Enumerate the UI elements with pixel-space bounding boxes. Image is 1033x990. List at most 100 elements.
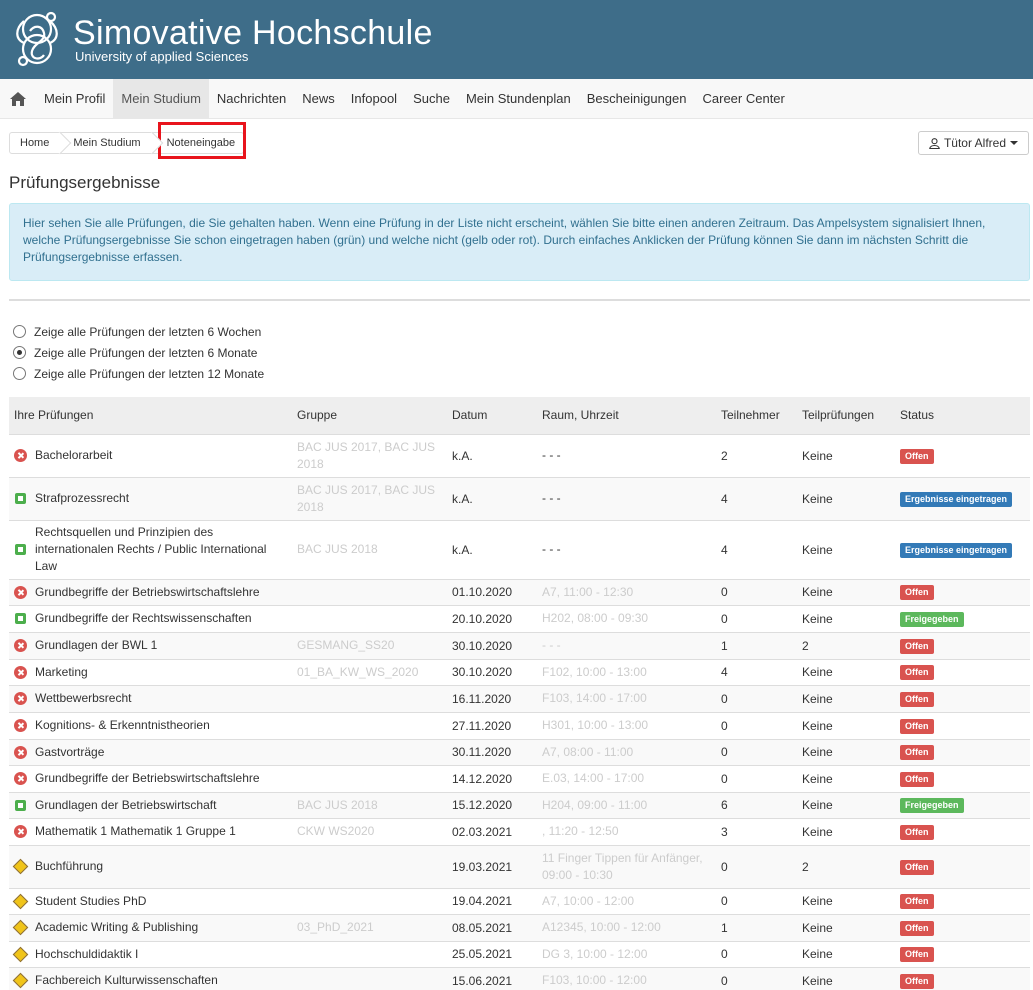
status-badge: Ergebnisse eingetragen (900, 491, 1013, 507)
exam-cell[interactable]: Rechtsquellen und Prinzipien des interna… (9, 520, 292, 579)
table-row[interactable]: Mathematik 1 Mathematik 1 Gruppe 1 CKW WS… (9, 818, 1030, 845)
column-header[interactable]: Ihre Prüfungen (9, 397, 292, 434)
exam-cell[interactable]: Bachelorarbeit (9, 434, 292, 477)
group-cell (292, 739, 447, 765)
exam-cell[interactable]: Student Studies PhD (9, 888, 292, 914)
date-cell: 02.03.2021 (452, 824, 513, 839)
column-header[interactable]: Teilnehmer (716, 397, 797, 434)
date-cell: 20.10.2020 (452, 611, 513, 626)
exam-cell[interactable]: Gastvorträge (9, 739, 292, 765)
participants-cell: 4 (721, 491, 728, 506)
exam-cell[interactable]: Buchführung (9, 845, 292, 888)
status-green-square-icon (15, 799, 26, 811)
date-cell: 30.10.2020 (452, 665, 513, 679)
exam-cell[interactable]: Hochschuldidaktik I (9, 941, 292, 967)
parts-cell: 2 (802, 859, 809, 874)
table-row[interactable]: Student Studies PhD 19.04.2021 A7, 10:00 -… (9, 888, 1030, 914)
user-icon (929, 137, 940, 149)
status-badge: Offen (900, 638, 934, 654)
status-green-square-icon (15, 613, 26, 624)
participants-cell: 0 (721, 745, 728, 759)
column-header[interactable]: Teilprüfungen (797, 397, 895, 434)
status-cell: Offen (895, 765, 1030, 792)
radio-option-12-monate[interactable]: Zeige alle Prüfungen der letzten 12 Mona… (13, 363, 1033, 384)
column-header[interactable]: Status (895, 397, 1030, 434)
column-header[interactable]: Datum (447, 397, 537, 434)
participants-cell: 0 (721, 691, 728, 706)
status-badge: Ergebnisse eingetragen (900, 542, 1013, 558)
table-row[interactable]: Grundbegriffe der Betriebswirtschaftsleh… (9, 579, 1030, 605)
nav-item-bescheinigungen[interactable]: Bescheinigungen (579, 79, 695, 118)
table-row[interactable]: Rechtsquellen und Prinzipien des interna… (9, 520, 1030, 579)
exam-cell[interactable]: Wettbewerbsrecht (9, 685, 292, 712)
participants-cell: 0 (721, 973, 728, 988)
table-row[interactable]: Strafprozessrecht BAC JUS 2017, BAC JUS 2… (9, 477, 1030, 520)
nav-item-mein-stundenplan[interactable]: Mein Stundenplan (458, 79, 579, 118)
status-red-x-icon (14, 772, 27, 785)
nav-item-career-center[interactable]: Career Center (695, 79, 793, 118)
site-header: Simovative Hochschule University of appl… (0, 0, 1033, 79)
status-badge: Offen (900, 771, 934, 787)
exam-cell[interactable]: Kognitions- & Erkenntnistheorien (9, 712, 292, 739)
nav-item-mein-profil[interactable]: Mein Profil (36, 79, 113, 118)
table-row[interactable]: Wettbewerbsrecht 16.11.2020 F103, 14:00 - … (9, 685, 1030, 712)
brand[interactable]: Simovative Hochschule University of appl… (73, 16, 433, 64)
nav-item-mein-studium[interactable]: Mein Studium (113, 79, 209, 118)
participants-cell: 1 (721, 920, 728, 935)
radio-button[interactable] (13, 325, 26, 338)
table-row[interactable]: Grundbegriffe der Betriebswirtschaftsleh… (9, 765, 1030, 792)
column-header[interactable]: Gruppe (292, 397, 447, 434)
status-red-x-icon (14, 585, 27, 599)
table-row[interactable]: Gastvorträge 30.11.2020 A7, 08:00 - 11:00 0… (9, 739, 1030, 765)
table-row[interactable]: Fachbereich Kulturwissenschaften 15.06.20… (9, 967, 1030, 990)
radio-option-6-wochen[interactable]: Zeige alle Prüfungen der letzten 6 Woche… (13, 321, 1033, 342)
table-row[interactable]: Buchführung 19.03.2021 11 Finger Tippen fü… (9, 845, 1030, 888)
group-cell (292, 765, 447, 792)
exam-cell[interactable]: Grundbegriffe der Rechtswissenschaften (9, 605, 292, 632)
breadcrumb-mein-studium[interactable]: Mein Studium (61, 131, 163, 155)
parts-cell: Keine (802, 665, 833, 679)
exam-cell[interactable]: Strafprozessrecht (9, 477, 292, 520)
column-header[interactable]: Raum, Uhrzeit (537, 397, 716, 434)
status-badge: Offen (900, 448, 934, 464)
status-badge: Offen (900, 718, 934, 734)
breadcrumb-home[interactable]: Home (10, 131, 72, 155)
nav-item-infopool[interactable]: Infopool (343, 79, 405, 118)
radio-option-6-monate[interactable]: Zeige alle Prüfungen der letzten 6 Monat… (13, 342, 1033, 363)
status-badge: Offen (900, 894, 934, 909)
date-cell: 15.06.2021 (452, 973, 513, 988)
group-cell (292, 579, 447, 605)
exam-cell[interactable]: Academic Writing & Publishing (9, 914, 292, 941)
table-row[interactable]: Marketing 01_BA_KW_WS_2020 30.10.2020 F102,… (9, 659, 1030, 685)
status-red-x-icon (14, 745, 27, 759)
table-row[interactable]: Hochschuldidaktik I 25.05.2021 DG 3, 10:00… (9, 941, 1030, 967)
logo-icon[interactable] (10, 9, 64, 71)
exam-cell[interactable]: Mathematik 1 Mathematik 1 Gruppe 1 (9, 818, 292, 845)
radio-button[interactable] (13, 346, 26, 359)
room-cell: 11 Finger Tippen für Anfänger, 09:00 - 1… (542, 850, 703, 882)
exam-cell[interactable]: Grundbegriffe der Betriebswirtschaftsleh… (9, 579, 292, 605)
table-body: Bachelorarbeit BAC JUS 2017, BAC JUS 2018… (9, 434, 1030, 990)
nav-item-nachrichten[interactable]: Nachrichten (209, 79, 294, 118)
room-cell: - - - (542, 448, 561, 462)
radio-button[interactable] (13, 367, 26, 380)
exam-cell[interactable]: Grundlagen der Betriebswirtschaft (9, 792, 292, 818)
status-cell: Offen (895, 712, 1030, 739)
exam-cell[interactable]: Grundbegriffe der Betriebswirtschaftsleh… (9, 765, 292, 792)
exam-cell[interactable]: Marketing (9, 659, 292, 685)
table-row[interactable]: Grundbegriffe der Rechtswissenschaften 20… (9, 605, 1030, 632)
nav-home[interactable] (0, 79, 36, 118)
table-row[interactable]: Grundlagen der BWL 1 GESMANG_SS20 30.10.20… (9, 632, 1030, 659)
user-menu-button[interactable]: Tütor Alfred (917, 131, 1029, 155)
table-row[interactable]: Bachelorarbeit BAC JUS 2017, BAC JUS 2018… (9, 434, 1030, 477)
table-row[interactable]: Kognitions- & Erkenntnistheorien 27.11.20… (9, 712, 1030, 739)
nav-item-news[interactable]: News (294, 79, 343, 118)
table-row[interactable]: Grundlagen der Betriebswirtschaft BAC JUS… (9, 792, 1030, 818)
nav-item-suche[interactable]: Suche (405, 79, 458, 118)
table-header-row: Ihre Prüfungen Gruppe Datum Raum, Uhrzei… (9, 397, 1030, 434)
table-row[interactable]: Academic Writing & Publishing 03_PhD_2021… (9, 914, 1030, 941)
parts-cell: Keine (802, 894, 833, 908)
exam-cell[interactable]: Grundlagen der BWL 1 (9, 632, 292, 659)
exam-cell[interactable]: Fachbereich Kulturwissenschaften (9, 967, 292, 990)
room-cell: A7, 08:00 - 11:00 (542, 744, 634, 759)
